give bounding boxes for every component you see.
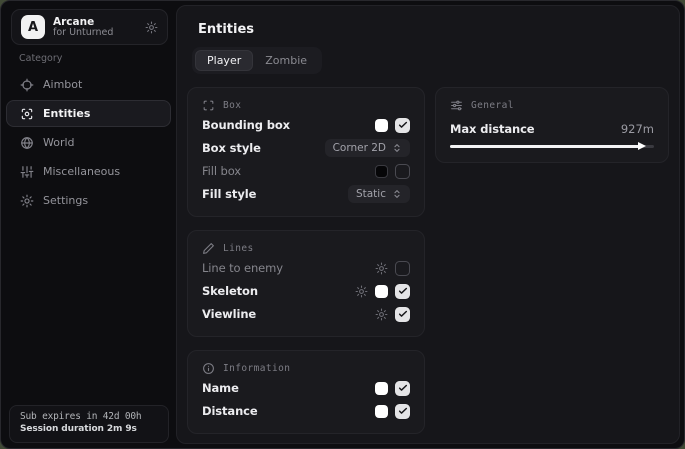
check-icon	[398, 383, 408, 393]
color-swatch[interactable]	[375, 285, 388, 298]
row-label: Fill style	[202, 187, 256, 201]
checkbox-checked[interactable]	[395, 118, 410, 133]
row-label: Distance	[202, 404, 258, 418]
feature-row-distance: Distance	[202, 401, 410, 421]
box-brackets-icon	[202, 99, 215, 112]
color-swatch[interactable]	[375, 382, 388, 395]
slider-row-max-distance: Max distance 927m	[450, 122, 654, 136]
check-icon	[398, 120, 408, 130]
feature-row-fill-style: Fill style Static	[202, 184, 410, 204]
app-title-block: Arcane for Unturned	[53, 16, 145, 39]
row-label: Bounding box	[202, 118, 290, 132]
information-section-card: Information Name Distance	[187, 350, 425, 434]
checkbox-unchecked[interactable]	[395, 261, 410, 276]
select-value: Corner 2D	[333, 142, 386, 154]
check-icon	[398, 406, 408, 416]
chevrons-up-down-icon	[392, 189, 402, 199]
app-subtitle: for Unturned	[53, 28, 145, 39]
lines-section-card: Lines Line to enemy Skeleton	[187, 230, 425, 337]
box-section-card: Box Bounding box Box style	[187, 87, 425, 217]
color-swatch[interactable]	[375, 119, 388, 132]
sidebar: A Arcane for Unturned Category Aimbot	[1, 1, 176, 448]
row-label: Box style	[202, 141, 261, 155]
fill-style-select[interactable]: Static	[348, 185, 410, 203]
app-header-card: A Arcane for Unturned	[11, 9, 168, 45]
information-section-header: Information	[202, 362, 410, 375]
feature-row-box-style: Box style Corner 2D	[202, 138, 410, 158]
gear-icon	[20, 194, 34, 208]
row-label: Line to enemy	[202, 261, 283, 275]
tab-zombie[interactable]: Zombie	[253, 50, 319, 71]
checkbox-unchecked[interactable]	[395, 164, 410, 179]
gear-icon[interactable]	[145, 21, 158, 34]
sidebar-item-label: Miscellaneous	[43, 165, 120, 178]
subscription-card: Sub expires in 42d 00h Session duration …	[9, 405, 169, 443]
sliders-icon	[20, 165, 34, 179]
category-label: Category	[19, 53, 62, 64]
sidebar-item-miscellaneous[interactable]: Miscellaneous	[6, 158, 171, 185]
row-settings-gear-icon[interactable]	[375, 308, 388, 321]
max-distance-slider[interactable]	[450, 142, 654, 150]
checkbox-checked[interactable]	[395, 307, 410, 322]
app-name: Arcane	[53, 16, 145, 28]
check-icon	[398, 309, 408, 319]
slider-thumb-arrow[interactable]	[638, 142, 646, 150]
section-title: Information	[223, 363, 290, 374]
crosshair-icon	[20, 78, 34, 92]
checkbox-checked[interactable]	[395, 284, 410, 299]
section-title: General	[471, 100, 514, 111]
check-icon	[398, 286, 408, 296]
lines-section-header: Lines	[202, 242, 410, 255]
sidebar-item-settings[interactable]: Settings	[6, 187, 171, 214]
feature-row-name: Name	[202, 378, 410, 398]
feature-row-fill-box: Fill box	[202, 161, 410, 181]
row-settings-gear-icon[interactable]	[355, 285, 368, 298]
box-style-select[interactable]: Corner 2D	[325, 139, 410, 157]
app-window: A Arcane for Unturned Category Aimbot	[0, 0, 685, 449]
sidebar-item-label: Aimbot	[43, 78, 82, 91]
entities-icon	[20, 107, 34, 121]
section-title: Box	[223, 100, 241, 111]
session-duration-text: Session duration 2m 9s	[20, 424, 158, 434]
row-settings-gear-icon[interactable]	[375, 262, 388, 275]
section-title: Lines	[223, 243, 254, 254]
page-title: Entities	[198, 22, 669, 37]
sidebar-item-label: Entities	[43, 107, 90, 120]
sidebar-nav: Aimbot Entities World Miscellaneous	[6, 71, 171, 216]
feature-row-line-to-enemy: Line to enemy	[202, 258, 410, 278]
general-section-header: General	[450, 99, 654, 112]
app-logo: A	[21, 15, 45, 39]
sidebar-item-world[interactable]: World	[6, 129, 171, 156]
row-label: Fill box	[202, 164, 241, 178]
tab-player[interactable]: Player	[195, 50, 253, 71]
feature-row-viewline: Viewline	[202, 304, 410, 324]
row-label: Skeleton	[202, 284, 258, 298]
sidebar-item-label: World	[43, 136, 75, 149]
feature-row-bounding-box: Bounding box	[202, 115, 410, 135]
general-section-card: General Max distance 927m	[435, 87, 669, 163]
chevrons-up-down-icon	[392, 143, 402, 153]
main-panel: Entities Player Zombie Box Bounding box	[176, 5, 680, 444]
sidebar-item-entities[interactable]: Entities	[6, 100, 171, 127]
color-swatch[interactable]	[375, 405, 388, 418]
sidebar-item-label: Settings	[43, 194, 88, 207]
checkbox-checked[interactable]	[395, 381, 410, 396]
row-label: Max distance	[450, 122, 535, 136]
pencil-icon	[202, 242, 215, 255]
sub-expires-text: Sub expires in 42d 00h	[20, 411, 158, 422]
sliders-horizontal-icon	[450, 99, 463, 112]
checkbox-checked[interactable]	[395, 404, 410, 419]
feature-row-skeleton: Skeleton	[202, 281, 410, 301]
select-value: Static	[356, 188, 386, 200]
box-section-header: Box	[202, 99, 410, 112]
row-label: Viewline	[202, 307, 256, 321]
info-icon	[202, 362, 215, 375]
slider-value: 927m	[621, 122, 654, 136]
globe-icon	[20, 136, 34, 150]
color-swatch[interactable]	[375, 165, 388, 178]
row-label: Name	[202, 381, 239, 395]
sidebar-item-aimbot[interactable]: Aimbot	[6, 71, 171, 98]
slider-fill	[450, 145, 640, 148]
tab-bar: Player Zombie	[192, 47, 322, 74]
